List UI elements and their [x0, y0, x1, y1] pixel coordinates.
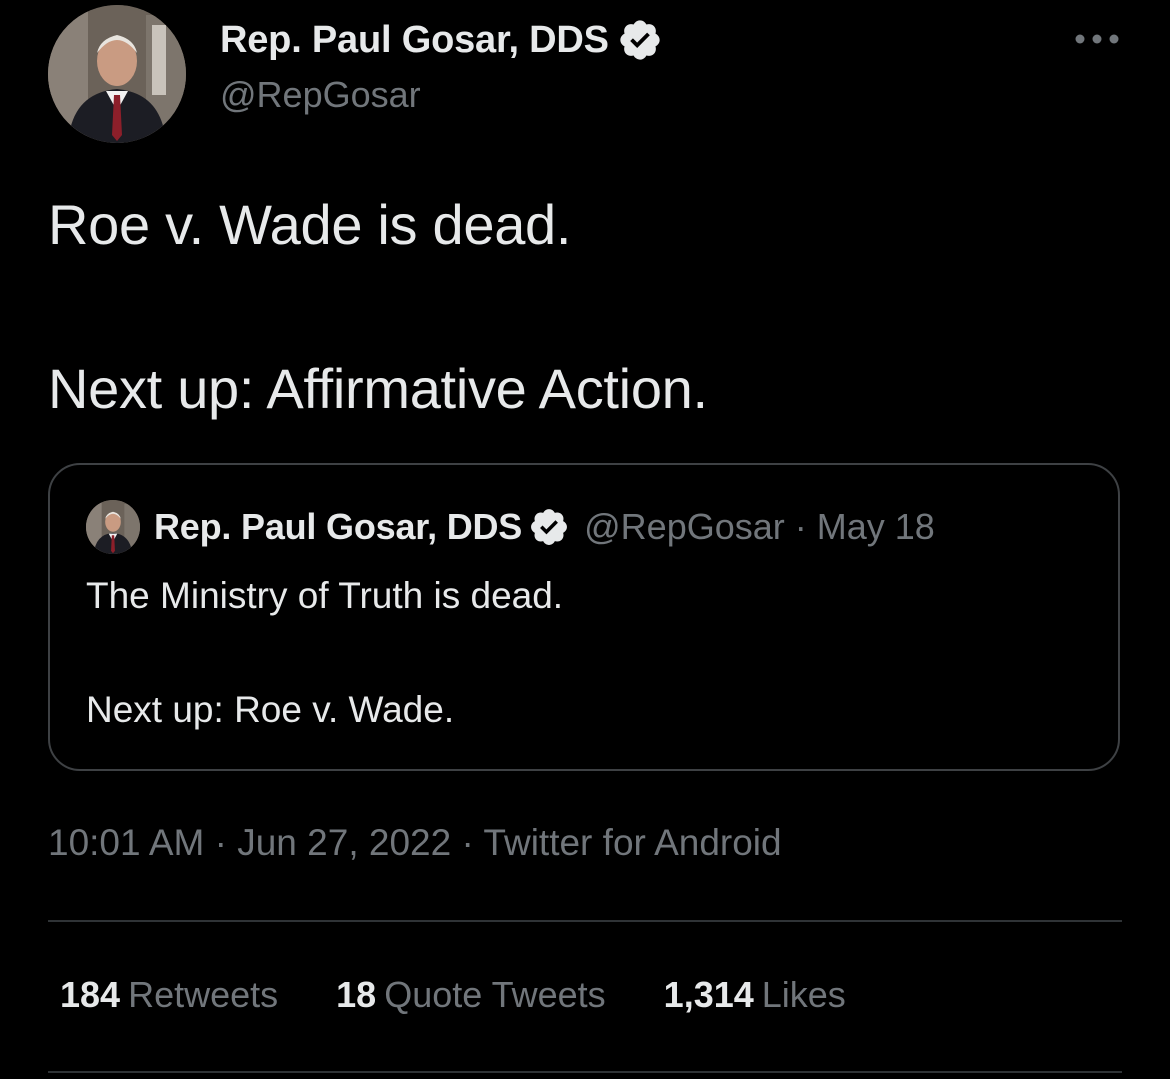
meta-separator: · — [461, 822, 484, 863]
quoted-tweet-text-line-1: The Ministry of Truth is dead. — [86, 575, 564, 616]
meta-separator: · — [214, 822, 238, 863]
verified-badge-icon — [617, 17, 663, 63]
author-name[interactable]: Rep. Paul Gosar, DDS — [220, 19, 609, 62]
tweet-stats: 184 Retweets 18 Quote Tweets 1,314 Likes — [60, 974, 904, 1016]
more-horizontal-icon[interactable] — [1072, 24, 1122, 54]
author-avatar[interactable] — [48, 5, 186, 143]
quoted-author-name: Rep. Paul Gosar, DDS — [154, 506, 523, 547]
retweets-stat[interactable]: 184 Retweets — [60, 974, 278, 1016]
quoted-separator: · — [794, 506, 807, 547]
tweet-text-line-2: Next up: Affirmative Action. — [48, 357, 708, 420]
tweet-date[interactable]: Jun 27, 2022 — [237, 822, 451, 863]
author-handle[interactable]: @RepGosar — [220, 74, 421, 116]
quote-tweets-stat[interactable]: 18 Quote Tweets — [336, 974, 606, 1016]
quote-tweets-label: Quote Tweets — [384, 974, 606, 1015]
retweets-count: 184 — [60, 974, 121, 1015]
quoted-author-handle: @RepGosar — [584, 506, 785, 547]
quoted-author-avatar — [86, 500, 140, 554]
quote-tweets-count: 18 — [336, 974, 377, 1015]
likes-count: 1,314 — [663, 974, 754, 1015]
tweet-source[interactable]: Twitter for Android — [483, 822, 781, 863]
tweet-detail: Rep. Paul Gosar, DDS @RepGosar Roe v. Wa… — [0, 0, 1170, 1079]
verified-badge-icon — [528, 506, 570, 548]
author-name-row: Rep. Paul Gosar, DDS — [220, 16, 663, 64]
divider — [48, 920, 1122, 922]
tweet-text-line-1: Roe v. Wade is dead. — [48, 193, 572, 256]
likes-label: Likes — [761, 974, 846, 1015]
tweet-metadata: 10:01 AM · Jun 27, 2022 · Twitter for An… — [48, 822, 782, 864]
quoted-tweet-text-line-2: Next up: Roe v. Wade. — [86, 689, 455, 730]
quoted-tweet-header: Rep. Paul Gosar, DDS @RepGosar · May 18 — [154, 503, 935, 551]
quoted-tweet-date: May 18 — [816, 506, 935, 547]
retweets-label: Retweets — [128, 974, 279, 1015]
likes-stat[interactable]: 1,314 Likes — [664, 974, 846, 1016]
tweet-time[interactable]: 10:01 AM — [48, 822, 204, 863]
divider — [48, 1071, 1122, 1073]
quoted-tweet-card[interactable]: Rep. Paul Gosar, DDS @RepGosar · May 18 … — [48, 463, 1120, 771]
